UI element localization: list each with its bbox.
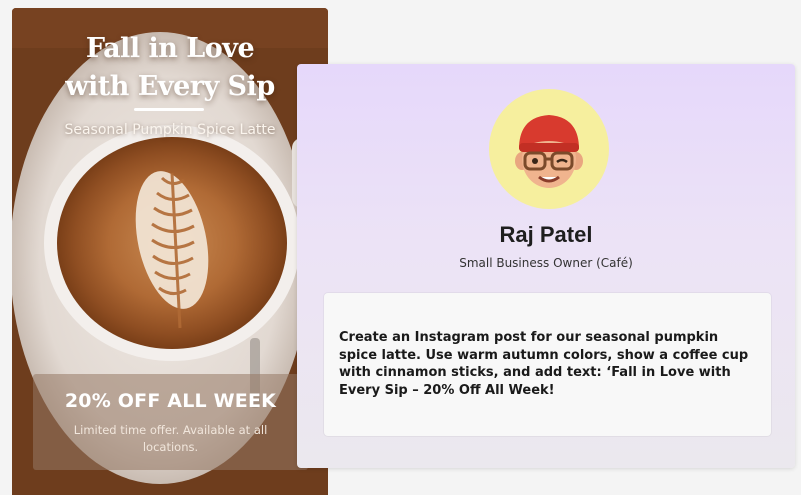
headline-divider <box>134 108 204 111</box>
post-headline: Fall in Love with Every Sip <box>12 30 328 106</box>
post-headline-line2: with Every Sip <box>65 71 275 102</box>
persona-name: Raj Patel <box>499 222 593 247</box>
post-headline-line1: Fall in Love <box>85 33 255 64</box>
persona-role: Small Business Owner (Café) <box>459 256 633 270</box>
promo-banner: 20% OFF ALL WEEK Limited time offer. Ava… <box>33 374 308 470</box>
prompt-box: Create an Instagram post for our seasona… <box>324 293 771 436</box>
persona-card: Raj Patel Small Business Owner (Café) Cr… <box>297 64 795 468</box>
promo-title: 20% OFF ALL WEEK <box>64 390 277 412</box>
promo-subtitle: Limited time offer. Available at all loc… <box>73 423 268 454</box>
instagram-post-preview: Fall in Love with Every Sip Seasonal Pum… <box>12 8 328 495</box>
post-subheadline: Seasonal Pumpkin Spice Latte <box>64 122 276 138</box>
prompt-text: Create an Instagram post for our seasona… <box>339 330 749 398</box>
memoji-avatar-icon <box>489 89 609 209</box>
